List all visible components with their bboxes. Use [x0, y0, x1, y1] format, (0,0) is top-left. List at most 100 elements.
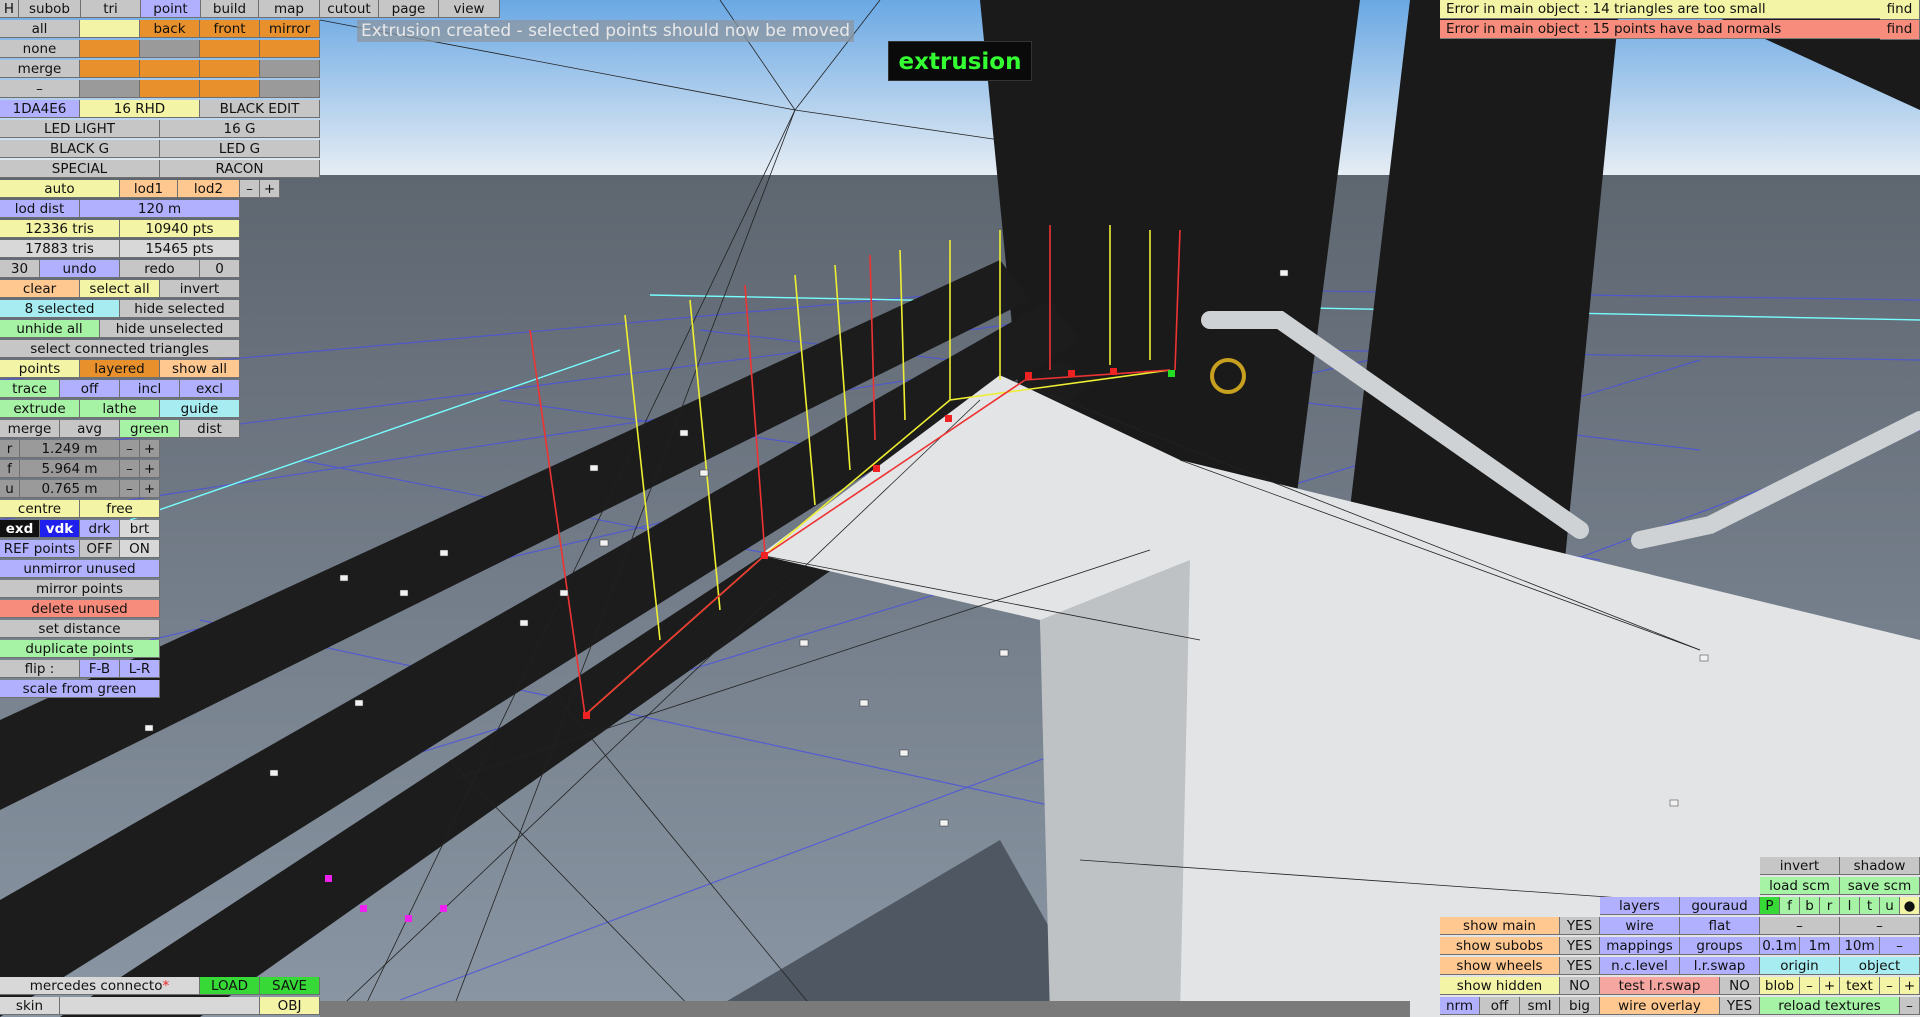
front-button[interactable]: front — [200, 20, 260, 38]
tab-point[interactable]: point — [141, 0, 201, 18]
wire-button[interactable]: wire — [1600, 917, 1680, 935]
load-button[interactable]: LOAD — [200, 977, 260, 995]
tab-map[interactable]: map — [259, 0, 320, 18]
centre-button[interactable]: centre — [0, 500, 80, 518]
step-01m-button[interactable]: 0.1m — [1760, 937, 1800, 955]
flag-l[interactable]: l — [1840, 897, 1860, 915]
material-led-light[interactable]: LED LIGHT — [0, 120, 160, 138]
swatch[interactable] — [140, 60, 200, 78]
trace-off-button[interactable]: off — [60, 380, 120, 398]
select-all-button[interactable]: all — [0, 20, 80, 38]
ref-off-button[interactable]: OFF — [80, 540, 120, 558]
lod2-button[interactable]: lod2 — [178, 180, 240, 198]
find-button[interactable]: find — [1880, 20, 1920, 40]
back-button[interactable]: back — [140, 20, 200, 38]
lod-minus-button[interactable]: – — [240, 180, 260, 198]
show-hidden-toggle[interactable]: NO — [1560, 977, 1600, 995]
free-button[interactable]: free — [80, 500, 160, 518]
extrude-button[interactable]: extrude — [0, 400, 80, 418]
hide-unselected-button[interactable]: hide unselected — [100, 320, 240, 338]
flag-b[interactable]: b — [1800, 897, 1820, 915]
trace-excl-button[interactable]: excl — [180, 380, 240, 398]
tab-h[interactable]: H — [0, 0, 19, 18]
tab-subob[interactable]: subob — [19, 0, 81, 18]
material-racon[interactable]: RACON — [160, 160, 320, 178]
swatch[interactable] — [80, 20, 140, 38]
nrm-button[interactable]: nrm — [1440, 997, 1480, 1015]
mirror-points-button[interactable]: mirror points — [0, 580, 160, 598]
avg-button[interactable]: avg — [60, 420, 120, 438]
flag-p[interactable]: P — [1760, 897, 1780, 915]
lod-auto-button[interactable]: auto — [0, 180, 120, 198]
nrm-big-button[interactable]: big — [1560, 997, 1600, 1015]
f-plus-button[interactable]: + — [140, 460, 160, 478]
save-button[interactable]: SAVE — [260, 977, 320, 995]
lod-dist-value[interactable]: 120 m — [80, 200, 240, 218]
lod-plus-button[interactable]: + — [260, 180, 280, 198]
merge-points-button[interactable]: merge — [0, 420, 60, 438]
save-scm-button[interactable]: save scm — [1840, 877, 1920, 895]
material-black-edit[interactable]: BLACK EDIT — [200, 100, 320, 118]
groups-button[interactable]: groups — [1680, 937, 1760, 955]
unmirror-unused-button[interactable]: unmirror unused — [0, 560, 160, 578]
obj-button[interactable]: OBJ — [260, 997, 320, 1015]
r-value[interactable]: 1.249 m — [20, 440, 120, 458]
material-special[interactable]: SPECIAL — [0, 160, 160, 178]
swatch[interactable] — [200, 40, 260, 58]
tab-build[interactable]: build — [201, 0, 259, 18]
text-minus-button[interactable]: – — [1880, 977, 1900, 995]
nrm-off-button[interactable]: off — [1480, 997, 1520, 1015]
clear-button[interactable]: clear — [0, 280, 80, 298]
flat-button[interactable]: flat — [1680, 917, 1760, 935]
gouraud-button[interactable]: gouraud — [1680, 897, 1760, 915]
layered-button[interactable]: layered — [80, 360, 160, 378]
lr-swap-button[interactable]: l.r.swap — [1680, 957, 1760, 975]
invert-button[interactable]: invert — [1760, 857, 1840, 875]
material-black-g[interactable]: BLACK G — [0, 140, 160, 158]
exd-button[interactable]: exd — [0, 520, 40, 538]
u-value[interactable]: 0.765 m — [20, 480, 120, 498]
lod1-button[interactable]: lod1 — [120, 180, 178, 198]
flag-r[interactable]: r — [1820, 897, 1840, 915]
scrollbar[interactable] — [320, 1001, 1410, 1017]
layers-button[interactable]: layers — [1600, 897, 1680, 915]
material-led-g[interactable]: LED G — [160, 140, 320, 158]
merge-button[interactable]: merge — [0, 60, 80, 78]
drk-button[interactable]: drk — [80, 520, 120, 538]
flag-t[interactable]: t — [1860, 897, 1880, 915]
f-minus-button[interactable]: – — [120, 460, 140, 478]
material-code[interactable]: 1DA4E6 — [0, 100, 80, 118]
reload-textures-button[interactable]: reload textures — [1760, 997, 1900, 1015]
file-name[interactable]: mercedes connecto* — [0, 977, 200, 995]
text-plus-button[interactable]: + — [1900, 977, 1920, 995]
swatch[interactable] — [260, 60, 320, 78]
flag-u[interactable]: u — [1880, 897, 1900, 915]
dash-button[interactable]: – — [1840, 917, 1920, 935]
dot-icon[interactable]: ● — [1900, 897, 1920, 915]
u-plus-button[interactable]: + — [140, 480, 160, 498]
object-button[interactable]: object — [1840, 957, 1920, 975]
swatch[interactable] — [260, 80, 320, 98]
shadow-button[interactable]: shadow — [1840, 857, 1920, 875]
guide-button[interactable]: guide — [160, 400, 240, 418]
u-minus-button[interactable]: – — [120, 480, 140, 498]
tab-view[interactable]: view — [439, 0, 500, 18]
swatch[interactable] — [260, 40, 320, 58]
step-1m-button[interactable]: 1m — [1800, 937, 1840, 955]
set-distance-button[interactable]: set distance — [0, 620, 160, 638]
lathe-button[interactable]: lathe — [80, 400, 160, 418]
mappings-button[interactable]: mappings — [1600, 937, 1680, 955]
find-button[interactable]: find — [1880, 0, 1920, 20]
delete-unused-button[interactable]: delete unused — [0, 600, 160, 618]
r-minus-button[interactable]: – — [120, 440, 140, 458]
swatch[interactable] — [200, 60, 260, 78]
swatch[interactable] — [140, 80, 200, 98]
nrm-sml-button[interactable]: sml — [1520, 997, 1560, 1015]
unhide-all-button[interactable]: unhide all — [0, 320, 100, 338]
swatch[interactable] — [80, 80, 140, 98]
dash-button[interactable]: – — [1760, 917, 1840, 935]
tab-tri[interactable]: tri — [81, 0, 141, 18]
selected-count[interactable]: 8 selected — [0, 300, 120, 318]
invert-selection-button[interactable]: invert — [160, 280, 240, 298]
step-10m-button[interactable]: 10m — [1840, 937, 1880, 955]
